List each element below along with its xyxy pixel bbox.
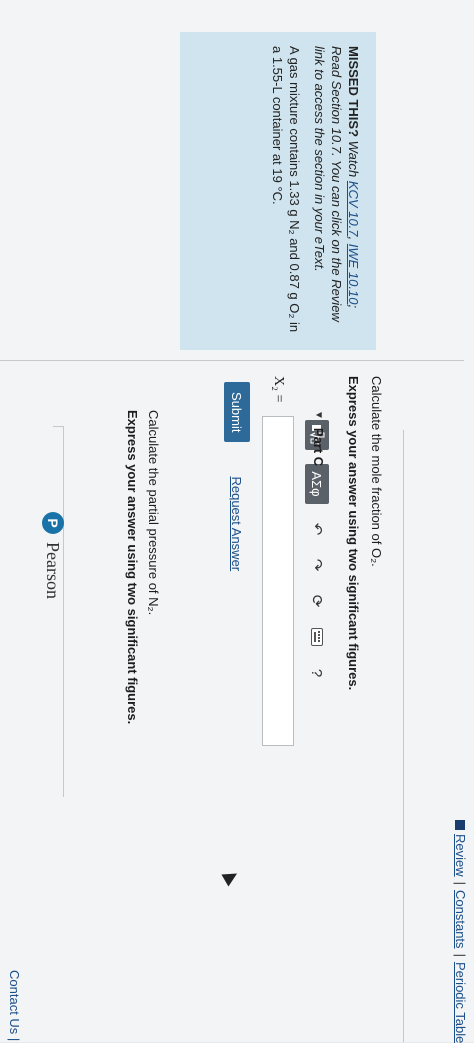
part-c-title: Part C (311, 427, 326, 467)
comma-text: , (346, 236, 361, 241)
nav-separator: | (453, 953, 468, 957)
review-icon (455, 820, 465, 830)
kcv-link[interactable]: KCV 10.7 (346, 181, 361, 237)
missed-this-text: MISSED THIS? Watch KCV 10.7, IWE 10.10; … (311, 46, 362, 336)
missed-label: MISSED THIS? (346, 46, 361, 138)
contact-link[interactable]: Contact Us | (7, 970, 22, 1041)
screen: Review | Constants | Periodic Table MISSED T… (0, 0, 474, 1043)
part-c-question: Calculate the partial pressure of N₂. (146, 410, 161, 616)
top-nav: Review | Constants | Periodic Table (453, 820, 468, 1043)
divider (403, 430, 404, 1042)
nav-separator: | (453, 881, 468, 886)
pearson-wordmark: Pearson (43, 542, 64, 599)
part-b-instruction: Express your answer using two significan… (346, 376, 361, 691)
part-b-question: Calculate the mole fraction of O₂. (369, 376, 384, 567)
constants-link[interactable]: Constants (453, 890, 468, 949)
iwe-link[interactable]: IWE 10.10 (346, 244, 361, 305)
watch-text: Watch (346, 140, 361, 178)
missed-this-box: MISSED THIS? Watch KCV 10.7, IWE 10.10; … (180, 32, 376, 350)
problem-statement: A gas mixture contains 1.33 g N₂ and 0.8… (270, 46, 302, 333)
review-link[interactable]: Review (453, 834, 468, 877)
collapse-triangle-icon: ▼ (313, 410, 324, 420)
periodic-table-link[interactable]: Periodic Table (453, 962, 468, 1043)
pearson-logo-icon: P (42, 512, 64, 534)
part-c: ▼ Part C Calculate the partial pressure … (111, 410, 326, 1010)
part-c-instruction: Express your answer using two significan… (125, 410, 140, 725)
part-c-header[interactable]: ▼ Part C (311, 410, 326, 1010)
pearson-brand: P Pearson (42, 512, 64, 599)
divider (0, 360, 464, 361)
part-c-border (53, 426, 64, 797)
